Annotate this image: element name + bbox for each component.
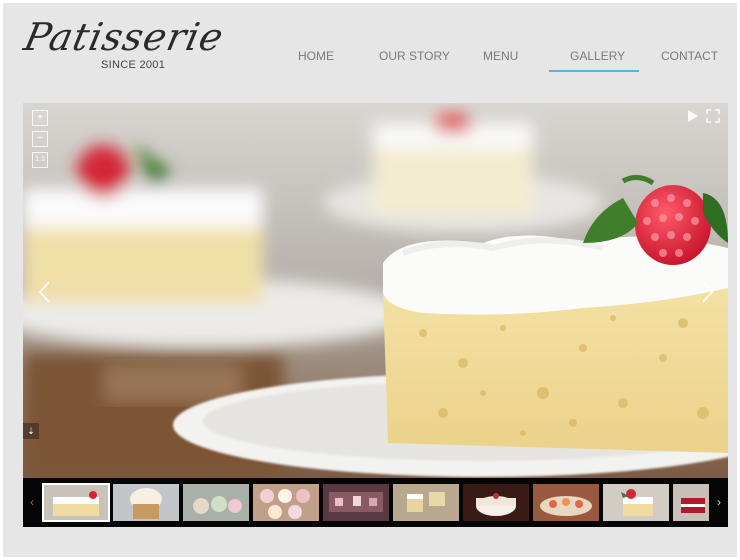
nav-gallery[interactable]: GALLERY — [570, 49, 625, 63]
thumbs-next-icon[interactable]: › — [712, 492, 726, 512]
thumbnail-cupcake-assortment[interactable] — [253, 484, 319, 521]
zoom-out-icon[interactable]: − — [32, 131, 48, 147]
main-nav: HOME OUR STORY MENU GALLERY CONTACT — [271, 43, 731, 75]
thumbnail-cupcakes-display[interactable] — [183, 484, 249, 521]
thumbnail-raspberry-cake-slice[interactable] — [603, 484, 669, 521]
play-icon[interactable] — [685, 109, 699, 123]
thumbnail-decorated-cake[interactable] — [463, 484, 529, 521]
thumbs-prev-icon[interactable]: ‹ — [25, 492, 39, 512]
thumbnail-party-table[interactable] — [323, 484, 389, 521]
prev-arrow-icon[interactable] — [35, 279, 55, 305]
nav-home[interactable]: HOME — [298, 49, 334, 63]
actual-size-icon[interactable]: 1:1 — [32, 152, 48, 168]
active-nav-underline — [549, 70, 639, 72]
brand-tagline: SINCE 2001 — [101, 59, 166, 71]
thumbnail-cake-slices[interactable] — [42, 483, 110, 522]
nav-menu[interactable]: MENU — [483, 49, 518, 63]
thumbnail-cake-slices-tray[interactable] — [393, 484, 459, 521]
nav-our-story[interactable]: OUR STORY — [379, 49, 450, 63]
slide-photo — [23, 103, 728, 478]
fullscreen-icon[interactable] — [706, 109, 720, 123]
brand-logo[interactable]: Patisserie SINCE 2001 — [20, 15, 240, 77]
nav-contact[interactable]: CONTACT — [661, 49, 718, 63]
brand-name: Patisserie — [20, 15, 228, 59]
next-arrow-icon[interactable] — [697, 279, 717, 305]
zoom-in-icon[interactable]: + — [32, 110, 48, 126]
thumbnail-cupcake[interactable] — [113, 484, 179, 521]
thumbnail-red-velvet[interactable] — [673, 484, 709, 521]
thumbnail-strip: ‹ › — [23, 478, 728, 527]
thumbnail-pastry-platter[interactable] — [533, 484, 599, 521]
download-icon[interactable]: ⇣ — [23, 423, 39, 439]
slideshow-stage[interactable]: + − 1:1 ⇣ — [23, 103, 728, 478]
